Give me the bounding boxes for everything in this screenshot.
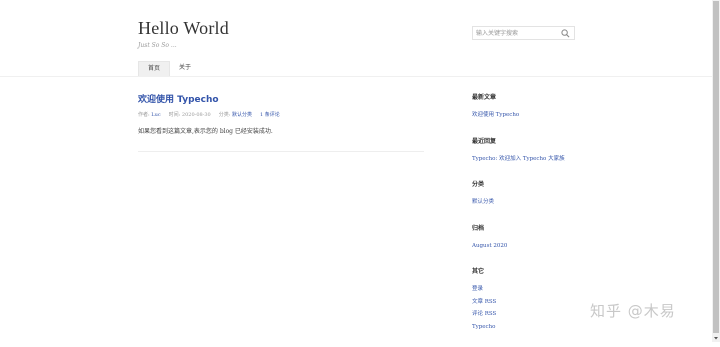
recent-comment-link[interactable]: Typecho: 欢迎加入 Typecho 大家族 (472, 153, 592, 166)
widget-title: 其它 (472, 268, 485, 275)
archive-link[interactable]: August 2020 (472, 240, 592, 253)
widget-categories: 分类 默认分类 (472, 179, 592, 209)
widget-recent-posts: 最新文章 欢迎使用 Typecho (472, 92, 592, 122)
widget-recent-comments: 最近回复 Typecho: 欢迎加入 Typecho 大家族 (472, 136, 592, 166)
scrollbar-thumb[interactable] (713, 1, 719, 333)
site-header: Hello World Just So So ... 首页 关于 (0, 0, 712, 77)
search-input[interactable] (473, 27, 564, 39)
post-time: 时间: 2020-08-30 (169, 111, 211, 118)
category-item-link[interactable]: 默认分类 (472, 196, 592, 209)
nav-home[interactable]: 首页 (138, 61, 171, 76)
widget-other: 其它 登录 文章 RSS 评论 RSS Typecho (472, 266, 592, 333)
recent-post-link[interactable]: 欢迎使用 Typecho (472, 109, 592, 122)
category-link[interactable]: 默认分类 (232, 112, 252, 118)
author-link[interactable]: Luc (151, 112, 160, 118)
author-label: 作者: (138, 112, 150, 118)
post-list: 欢迎使用 Typecho 作者: Luc 时间: 2020-08-30 分类: … (138, 92, 424, 152)
search-icon[interactable] (561, 29, 570, 38)
widget-archives: 归档 August 2020 (472, 223, 592, 253)
watermark: 知乎 @木易 (590, 302, 676, 320)
category-label: 分类: (218, 112, 231, 118)
time-label: 时间: (168, 112, 181, 118)
main-nav: 首页 关于 (138, 61, 200, 76)
widget-title: 分类 (472, 181, 485, 188)
scrollbar[interactable] (712, 0, 720, 342)
site-title[interactable]: Hello World (138, 18, 229, 39)
comments-rss-link[interactable]: 评论 RSS (472, 308, 592, 321)
scroll-down-arrow-icon[interactable] (712, 334, 720, 342)
widget-title: 归档 (472, 224, 485, 232)
posts-rss-link[interactable]: 文章 RSS (472, 296, 592, 309)
comments-link[interactable]: 1 条评论 (260, 111, 280, 118)
post-content: 如果您看到这篇文章,表示您的 blog 已经安装成功. (138, 128, 273, 135)
widget-title: 最近回复 (472, 137, 497, 145)
post-meta: 作者: Luc 时间: 2020-08-30 分类: 默认分类 1 条评论 (138, 111, 424, 118)
post-category: 分类: 默认分类 (219, 111, 252, 118)
divider (138, 151, 424, 152)
nav-about[interactable]: 关于 (170, 61, 200, 75)
search-box[interactable] (472, 26, 575, 40)
login-link[interactable]: 登录 (472, 283, 592, 296)
post-author: 作者: Luc (138, 111, 161, 118)
widget-title: 最新文章 (472, 94, 497, 101)
typecho-link[interactable]: Typecho (472, 321, 592, 334)
site-description: Just So So ... (138, 42, 177, 49)
post-title[interactable]: 欢迎使用 Typecho (138, 92, 424, 105)
time-value: 2020-08-30 (181, 112, 211, 118)
sidebar: 最新文章 欢迎使用 Typecho 最近回复 Typecho: 欢迎加入 Typ… (472, 92, 592, 347)
